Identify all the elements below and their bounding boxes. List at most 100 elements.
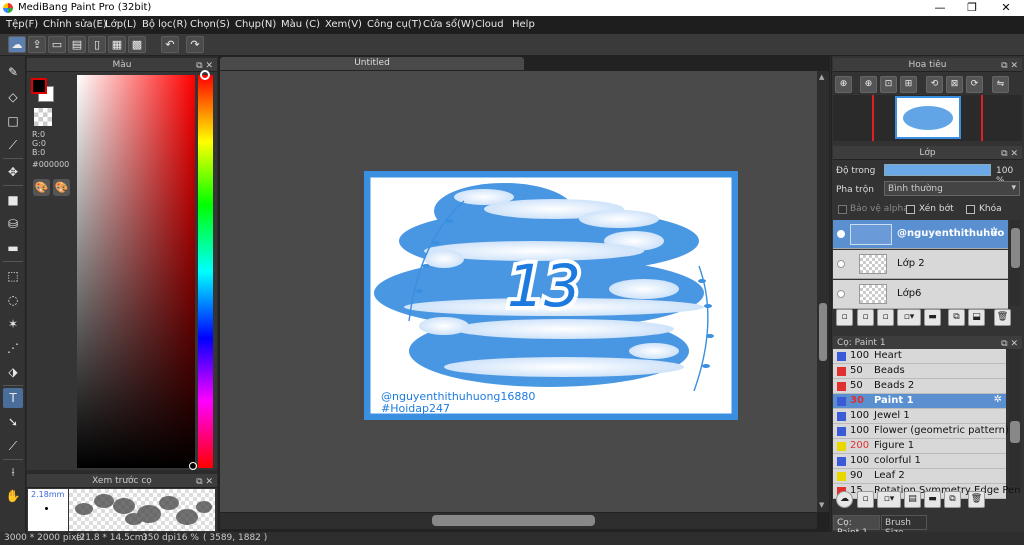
document-tab[interactable]: Untitled bbox=[220, 57, 524, 70]
blend-mode-select[interactable]: Bình thường ▾ bbox=[884, 181, 1020, 196]
brush-row[interactable]: 100 colorful 1 bbox=[833, 454, 1006, 469]
saturation-value-picker[interactable] bbox=[77, 75, 195, 468]
new-layer-icon[interactable]: ▫ bbox=[836, 309, 853, 326]
brush-tool-icon[interactable]: ✎ bbox=[3, 62, 23, 82]
menu-layer[interactable]: Lớp(L) bbox=[105, 19, 136, 30]
primary-color-swatch[interactable] bbox=[31, 78, 47, 94]
menu-window[interactable]: Cửa sổ(W) bbox=[423, 19, 475, 30]
magic-wand-tool-icon[interactable]: ✶ bbox=[3, 314, 23, 334]
menu-edit[interactable]: Chỉnh sửa(E) bbox=[43, 19, 107, 30]
share-icon[interactable]: ⇪ bbox=[28, 36, 46, 53]
folder-icon[interactable]: ▬ bbox=[924, 309, 941, 326]
eye-icon[interactable] bbox=[837, 230, 845, 238]
layer-row[interactable]: Lớp6 bbox=[833, 280, 1008, 309]
text-tool-icon[interactable]: T bbox=[3, 388, 23, 408]
brush-options-icon[interactable]: ▫▾ bbox=[877, 491, 901, 508]
menu-view[interactable]: Xem(V) bbox=[325, 19, 362, 30]
page-icon[interactable]: ▯ bbox=[88, 36, 106, 53]
trash-icon[interactable]: 🗑 bbox=[968, 491, 985, 508]
palette-add-icon[interactable]: 🎨 bbox=[53, 179, 70, 196]
navigator-preview[interactable] bbox=[833, 95, 1022, 141]
hand-tool-icon[interactable]: ✋ bbox=[3, 486, 23, 506]
eyedropper-tool-icon[interactable]: ⟊ bbox=[3, 462, 23, 482]
zoom-out-icon[interactable]: ⊕ bbox=[860, 76, 877, 93]
brush-settings-icon[interactable]: ▤ bbox=[904, 491, 921, 508]
brush-scroll-thumb[interactable] bbox=[1010, 421, 1020, 443]
panel-float-icon[interactable]: ⧉ ✕ bbox=[1001, 147, 1018, 161]
flip-icon[interactable]: ⇋ bbox=[992, 76, 1009, 93]
manage-icon[interactable]: ▦ bbox=[108, 36, 126, 53]
rotate-left-icon[interactable]: ⟲ bbox=[926, 76, 943, 93]
cloud-icon[interactable]: ☁ bbox=[8, 36, 26, 53]
new-layer-8bit-icon[interactable]: ▫ bbox=[857, 309, 874, 326]
menu-filter[interactable]: Bộ lọc(R) bbox=[142, 19, 187, 30]
panel-float-icon[interactable]: ⧉ ✕ bbox=[196, 475, 213, 489]
brush-row[interactable]: 30 Paint 1 ✲ bbox=[833, 394, 1006, 409]
menu-file[interactable]: Tệp(F) bbox=[6, 19, 38, 30]
vertical-scroll-thumb[interactable] bbox=[819, 303, 827, 361]
lasso-tool-icon[interactable]: ◌ bbox=[3, 290, 23, 310]
vertical-scrollbar[interactable]: ▲ ▼ bbox=[817, 71, 829, 512]
menu-select[interactable]: Chọn(S) bbox=[190, 19, 230, 30]
layer-row[interactable]: @nguyenthithuhuo ✲ bbox=[833, 220, 1008, 249]
protect-alpha-checkbox[interactable] bbox=[838, 205, 847, 214]
panel-float-icon[interactable]: ⧉ ✕ bbox=[1001, 59, 1018, 73]
chat-icon[interactable]: ▭ bbox=[48, 36, 66, 53]
operation-tool-icon[interactable]: ➘ bbox=[3, 412, 23, 432]
folder-icon[interactable]: ▬ bbox=[924, 491, 941, 508]
menu-cloud[interactable]: Cloud bbox=[475, 19, 504, 30]
menu-capture[interactable]: Chụp(N) bbox=[235, 19, 276, 30]
rotate-right-icon[interactable]: ⟳ bbox=[966, 76, 983, 93]
grid-icon[interactable]: ▩ bbox=[128, 36, 146, 53]
rectangle-tool-icon[interactable]: □ bbox=[3, 111, 23, 131]
layer-scrollbar[interactable] bbox=[1010, 220, 1021, 306]
brush-row[interactable]: 200 Figure 1 bbox=[833, 439, 1006, 454]
artwork-canvas[interactable]: 13 13 @nguyenthithuhuong16880 #Hoidap247 bbox=[364, 171, 738, 420]
trash-icon[interactable]: 🗑 bbox=[994, 309, 1011, 326]
palette-icon[interactable]: 🎨 bbox=[33, 179, 50, 196]
hue-slider[interactable] bbox=[198, 75, 213, 468]
divide-tool-icon[interactable]: ⟋ bbox=[3, 436, 23, 456]
fill-rect-tool-icon[interactable]: ■ bbox=[3, 190, 23, 210]
menu-help[interactable]: Help bbox=[512, 19, 535, 30]
brush-row[interactable]: 100 Jewel 1 bbox=[833, 409, 1006, 424]
menu-tools[interactable]: Công cụ(T) bbox=[367, 19, 422, 30]
new-brush-icon[interactable]: ▫ bbox=[857, 491, 874, 508]
brush-row[interactable]: 50 Beads bbox=[833, 364, 1006, 379]
transparent-swatch[interactable] bbox=[34, 108, 52, 126]
gear-icon[interactable]: ✲ bbox=[994, 394, 1002, 405]
layer-options-icon[interactable]: ▫▾ bbox=[897, 309, 921, 326]
brush-row[interactable]: 90 Leaf 2 bbox=[833, 469, 1006, 484]
brush-row[interactable]: 50 Beads 2 bbox=[833, 379, 1006, 394]
eraser-tool-icon[interactable]: ◇ bbox=[3, 87, 23, 107]
hue-handle[interactable] bbox=[200, 70, 210, 80]
fit-icon[interactable]: ⊡ bbox=[880, 76, 897, 93]
gear-icon[interactable]: ✲ bbox=[990, 226, 998, 237]
zoom-in-icon[interactable]: ⊕ bbox=[835, 76, 852, 93]
horizontal-scrollbar[interactable] bbox=[220, 513, 817, 529]
eye-icon[interactable] bbox=[837, 260, 845, 268]
select-rect-tool-icon[interactable]: ⬚ bbox=[3, 266, 23, 286]
new-layer-1bit-icon[interactable]: ▫ bbox=[877, 309, 894, 326]
lock-checkbox[interactable] bbox=[966, 205, 975, 214]
brush-scrollbar[interactable] bbox=[1009, 349, 1021, 486]
brush-row[interactable]: 100 Heart bbox=[833, 349, 1006, 364]
move-tool-icon[interactable]: ✥ bbox=[3, 162, 23, 182]
undo-icon[interactable]: ↶ bbox=[161, 36, 179, 53]
clipping-checkbox[interactable] bbox=[906, 205, 915, 214]
merge-layer-icon[interactable]: ⬓ bbox=[968, 309, 985, 326]
redo-icon[interactable]: ↷ bbox=[186, 36, 204, 53]
reset-rotation-icon[interactable]: ⊠ bbox=[946, 76, 963, 93]
horizontal-scroll-thumb[interactable] bbox=[432, 515, 595, 526]
menu-color[interactable]: Màu (C) bbox=[281, 19, 320, 30]
duplicate-brush-icon[interactable]: ⧉ bbox=[944, 491, 961, 508]
minimize-button[interactable]: — bbox=[923, 0, 957, 16]
dot-tool-icon[interactable]: ⟋ bbox=[3, 135, 23, 155]
cloud-brush-icon[interactable]: ☁ bbox=[836, 491, 853, 508]
select-pen-tool-icon[interactable]: ⋰ bbox=[3, 338, 23, 358]
comment-icon[interactable]: ▤ bbox=[68, 36, 86, 53]
tab-brush-size[interactable]: Brush Size bbox=[881, 515, 927, 538]
duplicate-layer-icon[interactable]: ⧉ bbox=[948, 309, 965, 326]
close-button[interactable]: ✕ bbox=[989, 0, 1023, 16]
select-eraser-tool-icon[interactable]: ⬗ bbox=[3, 362, 23, 382]
